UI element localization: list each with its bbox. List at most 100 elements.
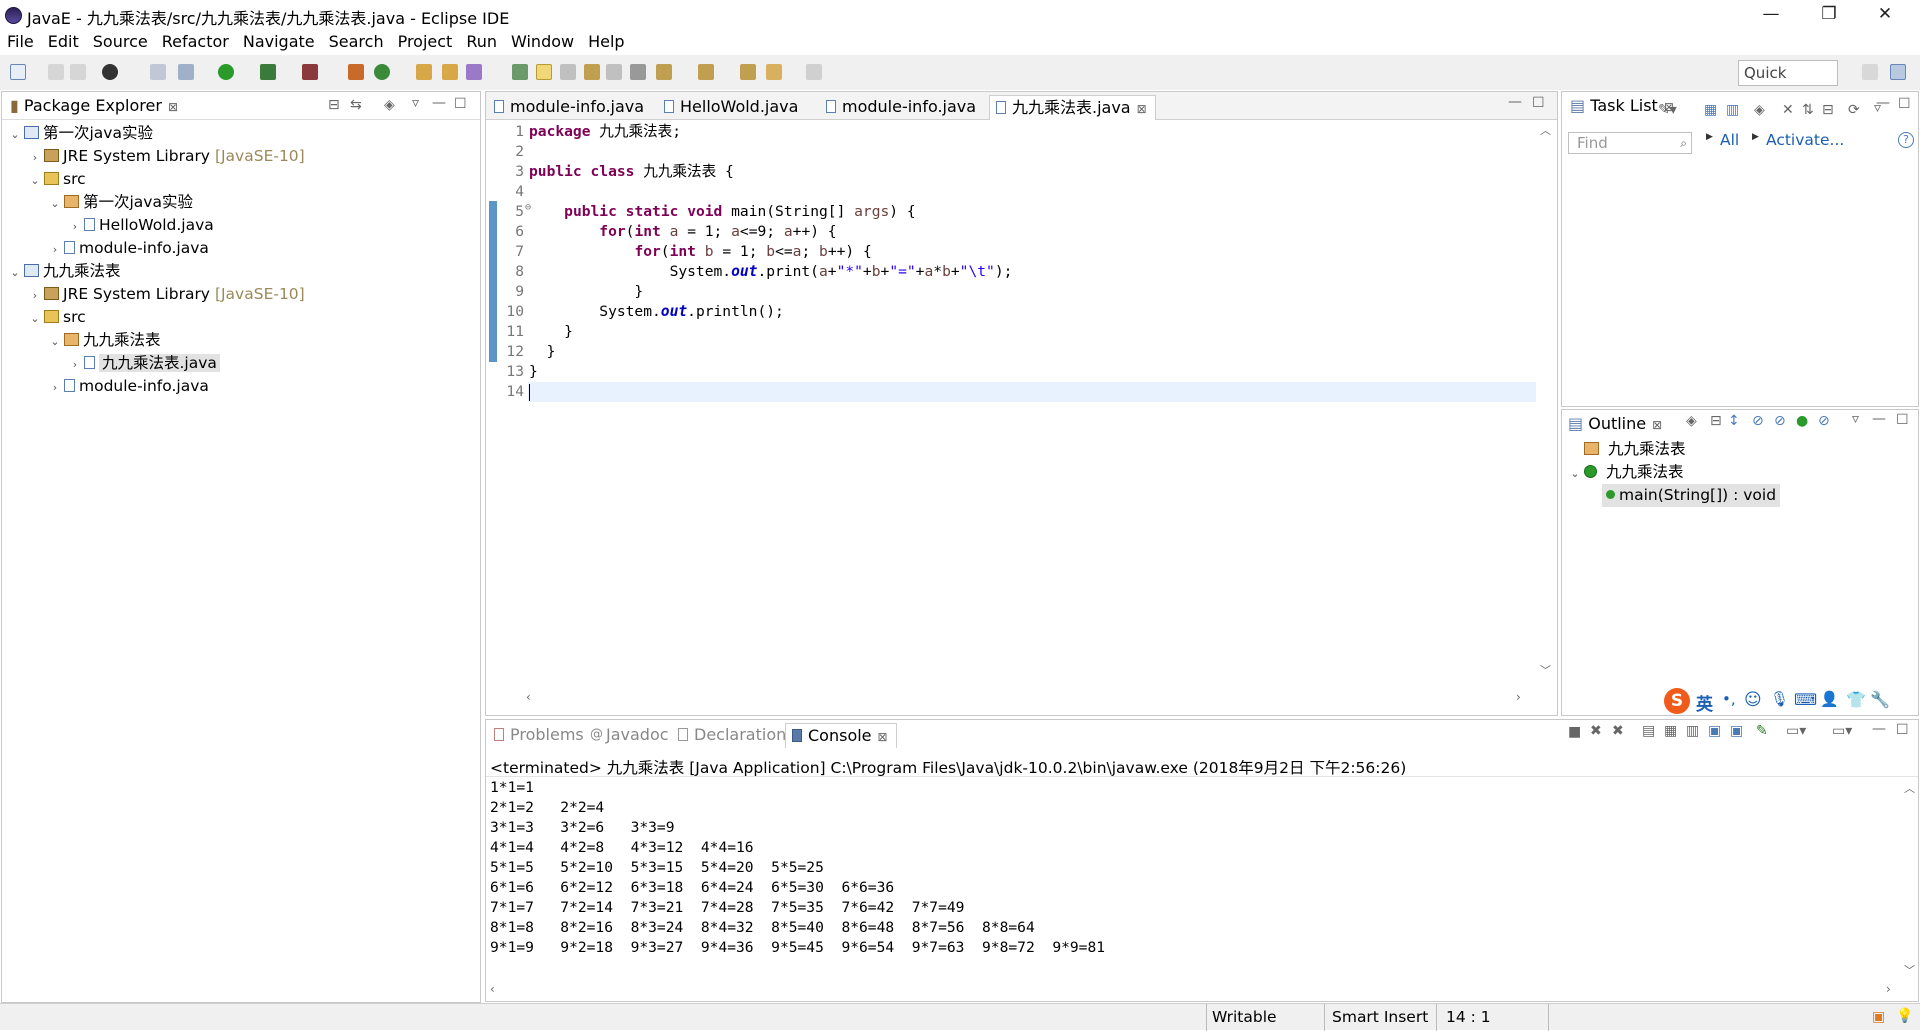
chevron-down-icon[interactable]: ⌄ bbox=[48, 192, 62, 215]
new-icon[interactable] bbox=[10, 64, 26, 80]
pilcrow-icon[interactable] bbox=[630, 64, 646, 80]
tab-problems[interactable]: Problems bbox=[488, 723, 584, 748]
menu-search[interactable]: Search bbox=[322, 30, 391, 53]
code-area[interactable]: 1 2 3 4 5 6 7 8 9 10 11 12 13 14 ⊖ package 九九乘法表; pub… bbox=[494, 122, 1534, 682]
chevron-down-icon[interactable]: ⌄ bbox=[8, 261, 22, 284]
run-icon[interactable] bbox=[218, 64, 234, 80]
menu-run[interactable]: Run bbox=[459, 30, 504, 53]
sogou-logo-icon[interactable]: S bbox=[1664, 688, 1690, 714]
annotation-icon[interactable] bbox=[512, 64, 528, 80]
back-icon[interactable] bbox=[766, 64, 782, 80]
debug-icon[interactable] bbox=[178, 64, 194, 80]
collapse-all-icon[interactable]: ⊟ bbox=[328, 97, 340, 113]
open-console-icon[interactable]: ▭▾ bbox=[1832, 723, 1852, 739]
outline-item[interactable]: main(String[]) : void bbox=[1568, 484, 1781, 507]
chevron-down-icon[interactable]: ⌄ bbox=[48, 330, 62, 353]
activate-link[interactable]: Activate... bbox=[1766, 131, 1844, 149]
minimize-view-icon[interactable]: — bbox=[1508, 94, 1522, 110]
ime-language-toggle[interactable]: 英 bbox=[1696, 690, 1713, 715]
menu-window[interactable]: Window bbox=[504, 30, 581, 53]
java-perspective-icon[interactable] bbox=[1890, 64, 1906, 80]
tab-module-info-1[interactable]: module-info.java bbox=[488, 95, 644, 120]
open-perspective-icon[interactable] bbox=[1862, 64, 1878, 80]
menu-refactor[interactable]: Refactor bbox=[155, 30, 236, 53]
tab-jiujiu[interactable]: 九九乘法表.java ⊠ bbox=[989, 95, 1156, 120]
focus-icon[interactable]: ◈ bbox=[384, 97, 395, 113]
tab-console[interactable]: Console ⊠ bbox=[785, 723, 897, 748]
focus-icon[interactable]: ◈ bbox=[1754, 102, 1765, 118]
maximize-view-icon[interactable]: ☐ bbox=[1896, 412, 1909, 428]
terminate-icon[interactable]: ■ bbox=[1568, 724, 1581, 740]
close-button[interactable]: ✕ bbox=[1862, 0, 1908, 30]
tree-item[interactable]: › JRE System Library [JavaSE-10] bbox=[8, 283, 305, 306]
outline-title[interactable]: Outline bbox=[1588, 414, 1646, 433]
menu-project[interactable]: Project bbox=[391, 30, 460, 53]
keyboard-icon[interactable]: ⌨ bbox=[1794, 690, 1817, 709]
chevron-down-icon[interactable]: ⌄ bbox=[28, 307, 42, 330]
mark-occurrences-icon[interactable] bbox=[536, 64, 552, 80]
link-with-editor-icon[interactable]: ⇆ bbox=[350, 97, 362, 113]
view-menu-icon[interactable]: ▿ bbox=[1852, 411, 1859, 427]
restore-button[interactable]: ❐ bbox=[1806, 0, 1852, 30]
view-menu-icon[interactable]: ▿ bbox=[412, 95, 419, 111]
hide-local-types-icon[interactable]: ⊘ bbox=[1818, 413, 1830, 429]
tree-item[interactable]: › module-info.java bbox=[8, 237, 305, 260]
task-find-input[interactable]: Find ⌕ bbox=[1568, 132, 1692, 154]
minimize-view-icon[interactable]: — bbox=[432, 95, 446, 111]
tree-item[interactable]: ⌄ src bbox=[8, 168, 305, 191]
quick-access-input[interactable]: Quick Access bbox=[1738, 60, 1838, 106]
maximize-view-icon[interactable]: ☐ bbox=[1898, 96, 1911, 112]
repository-icon[interactable]: ⟳ bbox=[1848, 102, 1860, 118]
new-task-icon[interactable]: ✎▾ bbox=[1658, 102, 1677, 118]
all-link[interactable]: All bbox=[1720, 131, 1739, 149]
remove-all-icon[interactable]: ✖ bbox=[1612, 723, 1624, 739]
forward-icon[interactable] bbox=[806, 64, 822, 80]
scheduled-icon[interactable]: ▥ bbox=[1726, 102, 1739, 118]
save-icon[interactable] bbox=[48, 64, 64, 80]
emoji-icon[interactable]: ☺ bbox=[1744, 690, 1762, 710]
new-class-icon[interactable] bbox=[374, 64, 390, 80]
tab-hellowold[interactable]: HelloWold.java bbox=[658, 95, 798, 120]
categorize-icon[interactable]: ▦ bbox=[1704, 102, 1717, 118]
tree-item[interactable]: › 九九乘法表.java bbox=[8, 352, 305, 375]
menu-edit[interactable]: Edit bbox=[41, 30, 86, 53]
outline-item[interactable]: ⌄ 九九乘法表 bbox=[1568, 461, 1780, 484]
minimize-button[interactable]: — bbox=[1748, 0, 1794, 30]
chevron-right-icon[interactable]: › bbox=[28, 284, 42, 307]
tree-item[interactable]: › HelloWold.java bbox=[8, 214, 305, 237]
sort-icon[interactable]: ↕ bbox=[1728, 413, 1740, 429]
skin-icon[interactable]: 👕 bbox=[1846, 690, 1866, 709]
tab-javadoc[interactable]: @ Javadoc bbox=[584, 723, 669, 748]
horizontal-scrollbar[interactable]: ‹ › bbox=[526, 690, 1536, 706]
chevron-down-icon[interactable]: ⌄ bbox=[8, 123, 22, 146]
menu-navigate[interactable]: Navigate bbox=[236, 30, 322, 53]
microphone-icon[interactable]: 🎙 bbox=[1770, 690, 1789, 708]
word-wrap-icon[interactable]: ▥ bbox=[1686, 723, 1699, 739]
chevron-right-icon[interactable]: › bbox=[48, 376, 62, 399]
focus-icon[interactable]: ◈ bbox=[1686, 413, 1697, 429]
tab-close-icon[interactable]: ⊠ bbox=[1137, 102, 1147, 116]
last-edit-icon[interactable] bbox=[740, 64, 756, 80]
tree-item[interactable]: ⌄ 第一次java实验 bbox=[8, 191, 305, 214]
chevron-right-icon[interactable]: › bbox=[68, 215, 82, 238]
menu-help[interactable]: Help bbox=[581, 30, 631, 53]
chevron-right-icon[interactable]: › bbox=[68, 353, 82, 376]
save-all-icon[interactable] bbox=[70, 64, 86, 80]
show-on-output-icon[interactable]: ▣ bbox=[1708, 723, 1721, 739]
chevron-down-icon[interactable]: ⌄ bbox=[1568, 462, 1582, 485]
rss-icon[interactable]: ▣ bbox=[1872, 1009, 1885, 1025]
horizontal-scrollbar[interactable]: ‹ › bbox=[490, 982, 1900, 998]
maximize-view-icon[interactable]: ☐ bbox=[454, 96, 467, 112]
open-task-icon[interactable] bbox=[442, 64, 458, 80]
tree-item[interactable]: ⌄ 九九乘法表 bbox=[8, 329, 305, 352]
block-selection-icon[interactable] bbox=[560, 64, 576, 80]
hide-non-public-icon[interactable]: ● bbox=[1796, 413, 1808, 429]
minimize-view-icon[interactable]: — bbox=[1872, 721, 1886, 737]
pin-console-icon[interactable]: ✎ bbox=[1756, 723, 1768, 739]
tree-item[interactable]: › module-info.java bbox=[8, 375, 305, 398]
tab-module-info-2[interactable]: module-info.java bbox=[820, 95, 976, 120]
tab-close-icon[interactable]: ⊠ bbox=[878, 730, 888, 744]
chevron-right-icon[interactable]: › bbox=[28, 146, 42, 169]
scroll-lock-icon[interactable]: ▦ bbox=[1664, 723, 1677, 739]
chevron-down-icon[interactable]: ⌄ bbox=[28, 169, 42, 192]
